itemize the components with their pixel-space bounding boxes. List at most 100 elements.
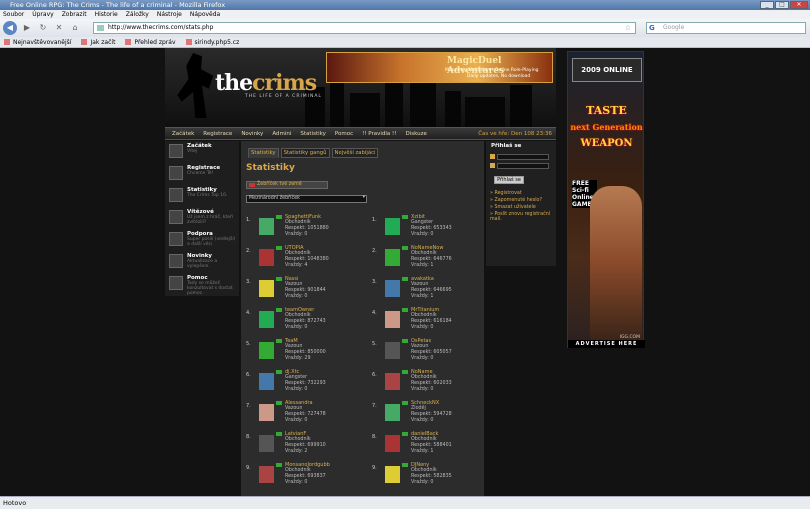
player-kills: Vraždy: 0 [411, 418, 434, 423]
sidebar-item-podpora[interactable]: Podpora Super posilí (vedlejší) a další v… [165, 229, 239, 251]
minimize-button[interactable]: _ [760, 1, 774, 9]
tab-statistiky-gangu[interactable]: Statistiky gangů [280, 148, 330, 158]
advertise-here-link[interactable]: ADVERTISE HERE [568, 340, 645, 348]
player-respect: Respekt: 646776 [411, 257, 452, 262]
ranking-entry: 9. MonsanoJordgubb Obchodník Respekt: 69383… [246, 462, 356, 492]
nav-statistiky[interactable]: Statistiky [300, 131, 326, 137]
back-icon[interactable]: ◀ [3, 21, 17, 35]
player-class: Vazoun [285, 344, 303, 349]
skyline-building [350, 93, 380, 127]
window-controls: _ □ ✕ [760, 1, 808, 9]
player-respect: Respekt: 602033 [411, 381, 452, 386]
bookmark-item[interactable]: Přehled zpráv [125, 37, 175, 47]
tab-statistiky[interactable]: Statistiky [248, 148, 279, 158]
nav-novinky[interactable]: Novinky [241, 131, 263, 137]
menu-napoveda[interactable]: Nápověda [190, 10, 220, 19]
player-avatar[interactable] [385, 466, 400, 483]
player-avatar[interactable] [385, 218, 400, 235]
rank-number: 9. [246, 465, 251, 471]
ranking-entry: 4. teamOwner Obchodník Respekt: 872743 Vražd… [246, 307, 356, 337]
sidebar-item-registrace[interactable]: Registrace Chceme Tě! [165, 163, 239, 185]
resend-mail-link[interactable]: » Poslit znovu registrační mail. [490, 212, 552, 222]
player-avatar[interactable] [259, 404, 274, 421]
sidebar: Začátek Vítej Registrace Chceme Tě! Statis… [165, 141, 239, 296]
reload-icon[interactable]: ↻ [37, 22, 49, 34]
country-ranking-button[interactable]: Žebříček tvé země [246, 181, 328, 189]
ranking-entry: 7. Alessandra Vazoun Respekt: 727478 Vraždy:… [246, 400, 356, 430]
player-avatar[interactable] [385, 280, 400, 297]
ranking-entry: 5. OsPetas Vazoun Respekt: 605057 Vraždy: 0 [372, 338, 482, 368]
password-field[interactable] [497, 163, 549, 169]
status-bar: Hotovo [0, 496, 810, 509]
player-avatar[interactable] [385, 373, 400, 390]
player-kills: Vraždy: 1 [411, 449, 434, 454]
player-avatar[interactable] [259, 342, 274, 359]
logo-subtitle: THE LIFE OF A CRIMINAL [245, 94, 322, 99]
ranking-entry: 4. MrTitanium Obchodník Respekt: 616184 Vraž… [372, 307, 482, 337]
ad-taste: TASTE [586, 104, 627, 117]
bookmark-star-icon[interactable]: ☆ [625, 23, 631, 33]
player-kills: Vraždy: 0 [411, 387, 434, 392]
forgot-password-link[interactable]: » Zapomenuté heslo? [490, 198, 542, 203]
site-logo[interactable]: thecrims [215, 70, 317, 96]
bookmark-item[interactable]: Jak začít [81, 37, 115, 47]
player-respect: Respekt: 693837 [285, 474, 326, 479]
player-avatar[interactable] [385, 249, 400, 266]
close-button[interactable]: ✕ [790, 1, 808, 9]
bookmark-item[interactable]: sirindy.php5.cz [186, 37, 240, 47]
ranking-select[interactable]: Mezinárodní žebříček [246, 195, 367, 203]
player-kills: Vraždy: 2 [285, 449, 308, 454]
nav-diskuze[interactable]: Diskuze [405, 131, 426, 137]
stop-icon[interactable]: ✕ [53, 22, 65, 34]
nav-registrace[interactable]: Registrace [203, 131, 232, 137]
home-icon[interactable]: ⌂ [69, 22, 81, 34]
player-avatar[interactable] [259, 218, 274, 235]
player-avatar[interactable] [259, 435, 274, 452]
skyscraper-ad[interactable]: 2009 ONLINE TASTE next Generation WEAPON… [567, 51, 645, 348]
player-avatar[interactable] [385, 404, 400, 421]
menu-nastroje[interactable]: Nástroje [157, 10, 182, 19]
delete-user-link[interactable]: » Smazat uživatele [490, 205, 536, 210]
skyline-building [445, 91, 461, 127]
sidebar-item-desc: Už jsem z hráč, kteří zvítězili? [187, 215, 234, 225]
menu-historie[interactable]: Historie [95, 10, 118, 19]
sidebar-item-pomoc[interactable]: Pomoc Tady se můžeš konzultovat s dostat … [165, 273, 239, 296]
register-link[interactable]: » Registrovat [490, 191, 522, 196]
ad-next: next Generation [570, 122, 643, 132]
sidebar-item-statistiky[interactable]: Statistiky The Crims Top 10. [165, 185, 239, 207]
sidebar-item-vitezove[interactable]: Vítězové Už jsem z hráč, kteří zvítězili? [165, 207, 239, 229]
player-class: Obchodník [285, 437, 311, 442]
menu-zalozky[interactable]: Záložky [126, 10, 149, 19]
trophy-icon [169, 210, 183, 224]
forward-icon[interactable]: ▶ [21, 22, 33, 34]
bookmark-item[interactable]: Nejnavštěvovanější [4, 37, 71, 47]
player-avatar[interactable] [385, 435, 400, 452]
username-field[interactable] [497, 154, 549, 160]
player-avatar[interactable] [259, 249, 274, 266]
player-avatar[interactable] [259, 466, 274, 483]
player-avatar[interactable] [259, 311, 274, 328]
login-button[interactable]: Přihlaš se [494, 176, 524, 184]
sidebar-item-novinky[interactable]: Novinky Aktualizace a vylepšení. [165, 251, 239, 273]
menu-soubor[interactable]: Soubor [3, 10, 24, 19]
menu-zobrazit[interactable]: Zobrazit [62, 10, 87, 19]
address-text: http://www.thecrims.com/stats.php [108, 24, 214, 31]
ranking-entry: 3. avakatka Vazoun Respekt: 646695 Vraždy: 1 [372, 276, 482, 306]
skyline-building [465, 97, 505, 127]
player-avatar[interactable] [259, 373, 274, 390]
nav-pravidla[interactable]: !! Pravidla !! [362, 131, 396, 137]
tab-nejvetsi-zabijaci[interactable]: Nejvěší zabijáci [331, 148, 379, 158]
sidebar-icon [169, 254, 183, 268]
player-avatar[interactable] [385, 311, 400, 328]
banner-ad[interactable]: MagicDuel Adventures Massively Multiplay… [326, 52, 553, 83]
search-box[interactable]: G Google [646, 22, 806, 34]
nav-zacatek[interactable]: Začátek [172, 131, 194, 137]
nav-admini[interactable]: Admini [272, 131, 291, 137]
sidebar-item-zacatek[interactable]: Začátek Vítej [165, 141, 239, 163]
address-bar[interactable]: http://www.thecrims.com/stats.php ☆ [93, 22, 636, 34]
menu-upravy[interactable]: Úpravy [32, 10, 53, 19]
player-avatar[interactable] [385, 342, 400, 359]
maximize-button[interactable]: □ [775, 1, 789, 9]
nav-pomoc[interactable]: Pomoc [335, 131, 353, 137]
player-avatar[interactable] [259, 280, 274, 297]
